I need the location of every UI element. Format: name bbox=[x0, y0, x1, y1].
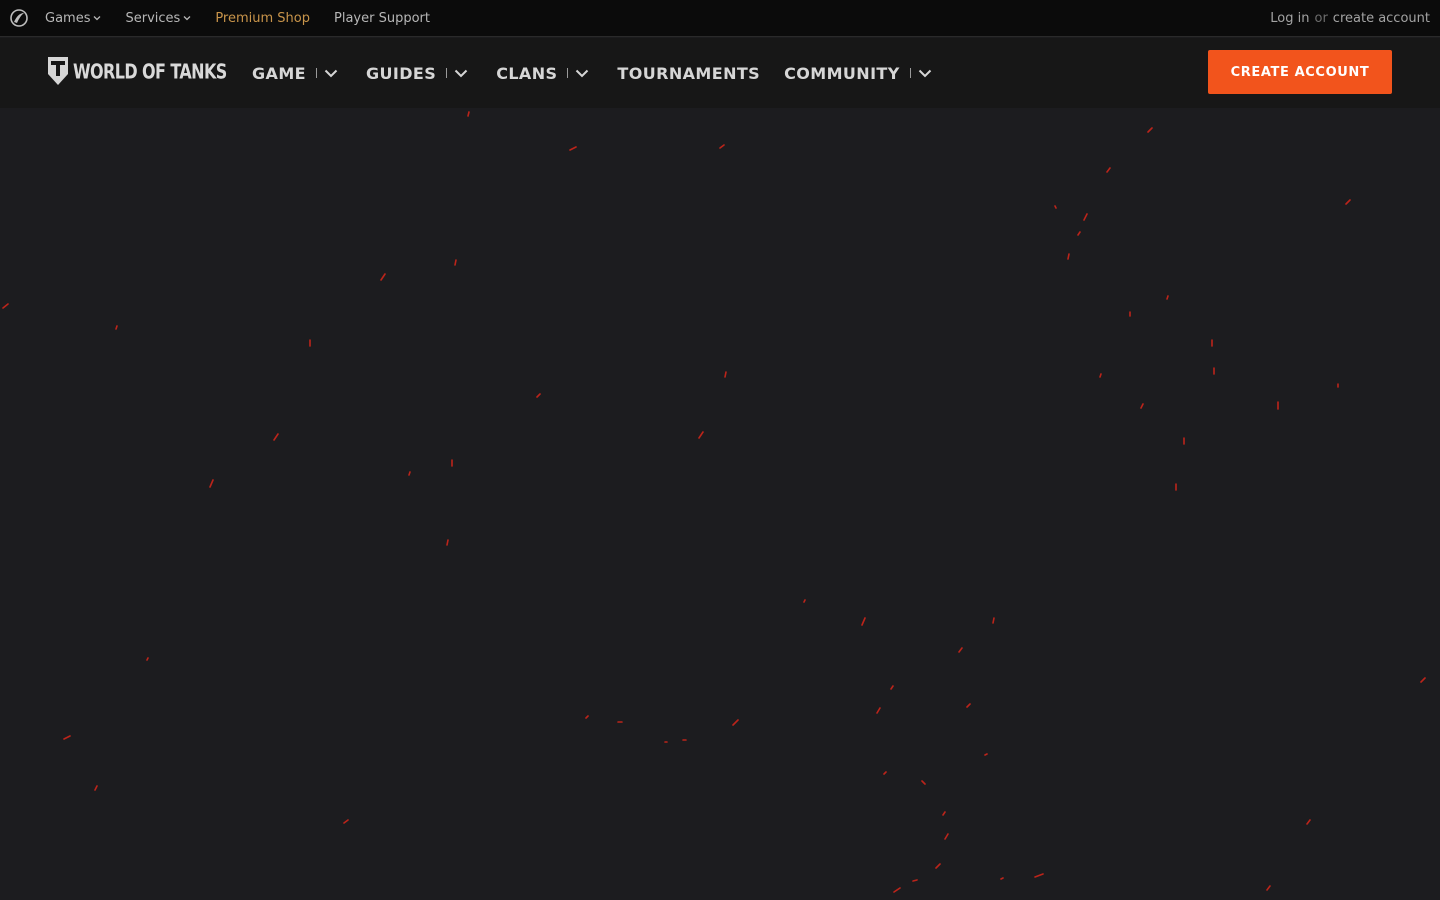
ember-spark bbox=[1083, 213, 1088, 221]
nav-separator bbox=[567, 68, 569, 78]
nav-tournaments[interactable]: TOURNAMENTS bbox=[617, 64, 760, 83]
ember-spark bbox=[2, 303, 9, 309]
utility-bar: Games Services Premium Shop Player Suppo… bbox=[0, 0, 1440, 37]
nav-community[interactable]: COMMUNITY bbox=[784, 64, 932, 83]
games-menu[interactable]: Games bbox=[45, 11, 101, 26]
ember-spark bbox=[1067, 253, 1070, 260]
chevron-down-icon bbox=[454, 69, 468, 77]
nav-guides[interactable]: GUIDES bbox=[366, 64, 468, 83]
ember-spark bbox=[273, 433, 279, 441]
ember-spark bbox=[942, 811, 946, 816]
ember-spark bbox=[803, 599, 806, 603]
main-header: WORLD OF TANKS GAME GUIDES CLANS TOURNAM… bbox=[0, 38, 1440, 108]
create-account-button[interactable]: CREATE ACCOUNT bbox=[1208, 50, 1392, 94]
ember-spark bbox=[912, 879, 918, 882]
nav-guides-label: GUIDES bbox=[365, 63, 437, 83]
ember-spark bbox=[935, 863, 941, 869]
ember-spark bbox=[984, 753, 988, 756]
ember-spark bbox=[966, 703, 971, 708]
ember-spark bbox=[921, 780, 926, 785]
ember-spark bbox=[536, 393, 541, 398]
ember-spark bbox=[446, 539, 449, 546]
ember-spark bbox=[1034, 873, 1044, 878]
ember-spark bbox=[1147, 127, 1153, 133]
nav-separator bbox=[446, 68, 448, 78]
ember-spark bbox=[1345, 199, 1351, 205]
nav-clans[interactable]: CLANS bbox=[496, 64, 589, 83]
chevron-down-icon bbox=[324, 69, 338, 77]
ember-spark bbox=[585, 715, 589, 719]
ember-spark bbox=[1054, 205, 1057, 209]
chevron-down-icon bbox=[94, 16, 101, 21]
ember-spark bbox=[876, 707, 881, 714]
ember-spark bbox=[1166, 295, 1169, 300]
login-link[interactable]: Log in bbox=[1270, 11, 1309, 26]
ember-spark bbox=[1420, 677, 1426, 683]
ember-spark bbox=[944, 833, 949, 840]
ember-spark bbox=[1099, 373, 1102, 378]
ember-spark bbox=[94, 785, 98, 791]
ember-spark bbox=[569, 146, 577, 151]
create-account-link[interactable]: create account bbox=[1333, 11, 1430, 26]
ember-spark bbox=[115, 325, 118, 330]
wargaming-logo-icon[interactable] bbox=[9, 8, 29, 28]
ember-spark bbox=[890, 685, 894, 690]
ember-spark bbox=[958, 647, 963, 653]
ember-spark bbox=[724, 371, 727, 378]
nav-game[interactable]: GAME bbox=[252, 64, 338, 83]
ember-spark bbox=[408, 471, 411, 476]
ember-particles bbox=[2, 111, 1426, 893]
ember-spark bbox=[380, 273, 386, 281]
nav-separator bbox=[909, 68, 911, 78]
ember-spark bbox=[454, 259, 457, 266]
nav-separator bbox=[315, 68, 317, 78]
main-nav: GAME GUIDES CLANS TOURNAMENTS COMMUNITY bbox=[252, 38, 932, 108]
tank-shield-icon bbox=[48, 57, 68, 85]
premium-shop-link[interactable]: Premium Shop bbox=[215, 11, 310, 26]
ember-spark bbox=[1077, 231, 1081, 236]
nav-game-label: GAME bbox=[252, 63, 306, 83]
hero-background bbox=[0, 108, 1440, 900]
ember-spark bbox=[861, 617, 866, 626]
ember-spark bbox=[719, 144, 725, 149]
services-menu[interactable]: Services bbox=[125, 11, 191, 26]
ember-spark bbox=[1266, 885, 1271, 891]
ember-spark bbox=[1000, 877, 1004, 880]
player-support-link[interactable]: Player Support bbox=[334, 11, 430, 26]
games-menu-label: Games bbox=[45, 10, 91, 26]
ember-spark bbox=[732, 719, 739, 726]
ember-spark bbox=[209, 479, 214, 488]
ember-spark bbox=[1306, 819, 1311, 825]
world-of-tanks-logo[interactable]: WORLD OF TANKS bbox=[47, 56, 227, 86]
ember-spark bbox=[63, 735, 71, 740]
nav-clans-label: CLANS bbox=[496, 63, 558, 83]
ember-spark bbox=[1140, 403, 1144, 409]
ember-spark bbox=[343, 819, 349, 824]
nav-tournaments-label: TOURNAMENTS bbox=[617, 63, 761, 83]
ember-spark bbox=[893, 887, 901, 893]
ember-spark bbox=[698, 431, 704, 439]
ember-spark bbox=[883, 771, 887, 775]
services-menu-label: Services bbox=[125, 10, 181, 26]
brand-wordmark: WORLD OF TANKS bbox=[73, 59, 227, 83]
chevron-down-icon bbox=[576, 69, 589, 77]
or-text: or bbox=[1314, 11, 1328, 26]
ember-spark bbox=[146, 657, 149, 661]
chevron-down-icon bbox=[183, 16, 191, 21]
ember-spark bbox=[992, 617, 995, 624]
auth-links: Log in or create account bbox=[1270, 0, 1430, 37]
ember-spark bbox=[1106, 167, 1111, 173]
ember-spark bbox=[467, 111, 470, 117]
chevron-down-icon bbox=[918, 69, 931, 77]
nav-community-label: COMMUNITY bbox=[784, 63, 900, 83]
